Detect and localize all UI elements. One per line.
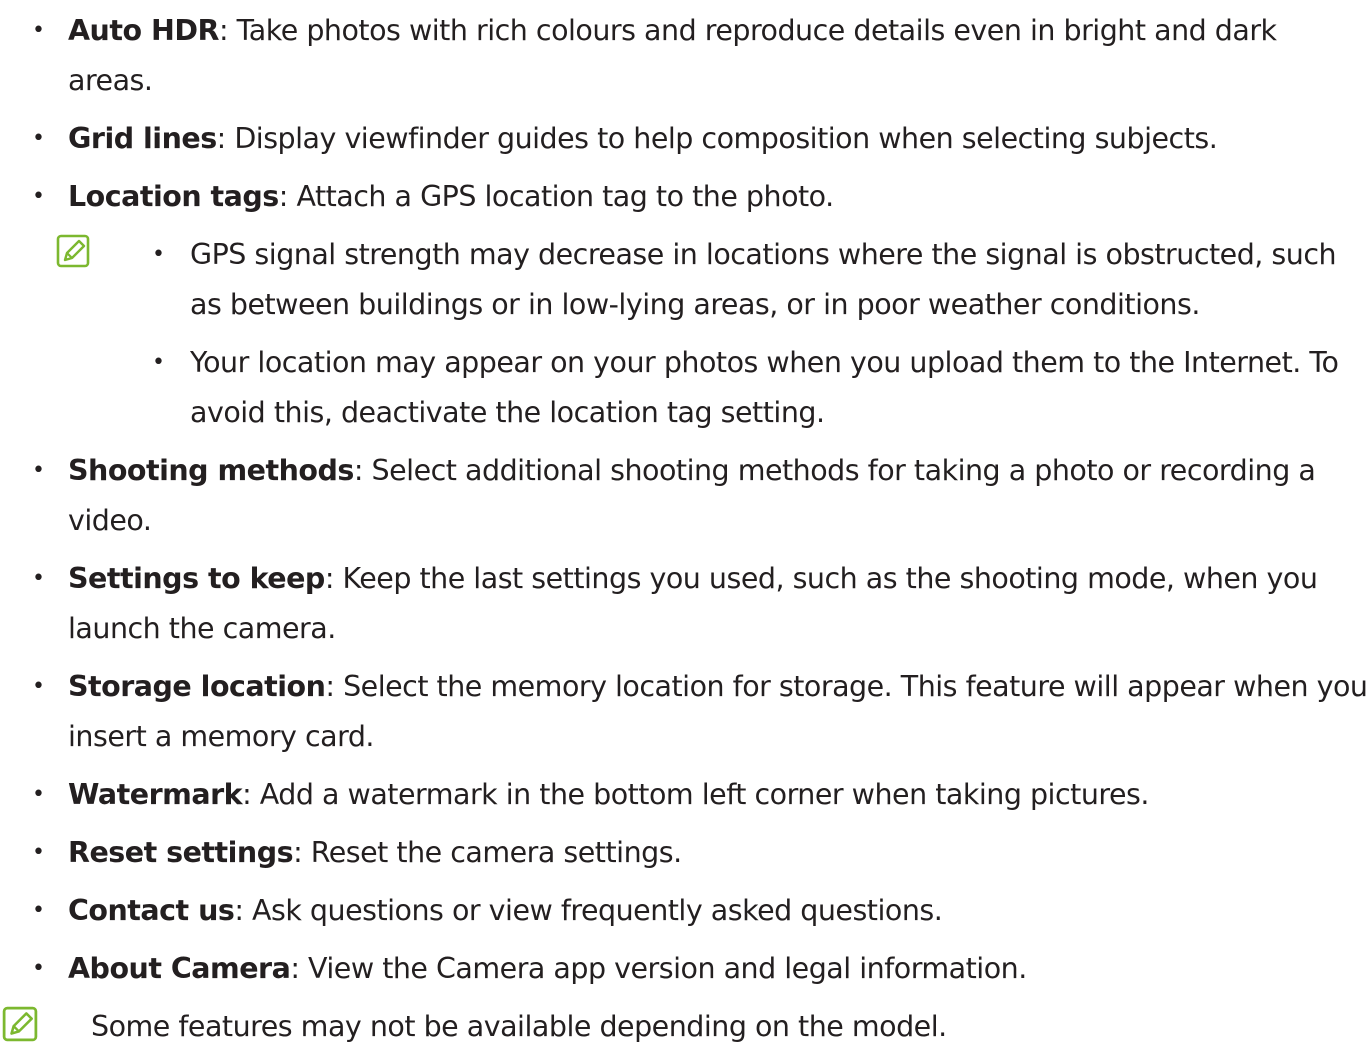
bullet: • [32, 674, 45, 699]
location-note: • GPS signal strength may decrease in lo… [0, 230, 1369, 438]
item-term: About Camera [68, 952, 291, 985]
item-description: : Attach a GPS location tag to the photo… [278, 180, 834, 213]
list-item-storage-location: • Storage location: Select the memory lo… [0, 662, 1369, 762]
item-description: : Add a watermark in the bottom left cor… [242, 778, 1149, 811]
note-point: • GPS signal strength may decrease in lo… [152, 230, 1369, 330]
footer-note-text: Some features may not be available depen… [91, 1010, 947, 1043]
bullet: • [32, 566, 45, 591]
item-term: Grid lines [68, 122, 217, 155]
item-term: Shooting methods [68, 454, 354, 487]
item-description: : View the Camera app version and legal … [290, 952, 1027, 985]
note-icon [56, 234, 90, 268]
settings-list: • Auto HDR: Take photos with rich colour… [0, 6, 1369, 222]
note-point: • Your location may appear on your photo… [152, 338, 1369, 438]
note-point-text: GPS signal strength may decrease in loca… [190, 238, 1337, 321]
bullet: • [32, 18, 45, 43]
list-item-watermark: • Watermark: Add a watermark in the bott… [0, 770, 1369, 820]
note-icon [2, 1006, 38, 1042]
list-item-auto-hdr: • Auto HDR: Take photos with rich colour… [0, 6, 1369, 106]
item-term: Location tags [68, 180, 279, 213]
item-term: Reset settings [68, 836, 294, 869]
list-item-about-camera: • About Camera: View the Camera app vers… [0, 944, 1369, 994]
settings-list-continued: • Shooting methods: Select additional sh… [0, 446, 1369, 994]
bullet: • [32, 458, 45, 483]
item-description: : Display viewfinder guides to help comp… [216, 122, 1218, 155]
bullet: • [32, 184, 45, 209]
bullet: • [32, 782, 45, 807]
bullet: • [32, 126, 45, 151]
list-item-contact-us: • Contact us: Ask questions or view freq… [0, 886, 1369, 936]
bullet: • [152, 242, 165, 267]
list-item-location-tags: • Location tags: Attach a GPS location t… [0, 172, 1369, 222]
bullet: • [32, 840, 45, 865]
item-description: : Ask questions or view frequently asked… [234, 894, 943, 927]
bullet: • [32, 898, 45, 923]
item-description: : Take photos with rich colours and repr… [68, 14, 1277, 97]
list-item-reset-settings: • Reset settings: Reset the camera setti… [0, 828, 1369, 878]
list-item-grid-lines: • Grid lines: Display viewfinder guides … [0, 114, 1369, 164]
bullet: • [152, 350, 165, 375]
item-term: Auto HDR [68, 14, 219, 47]
bullet: • [32, 956, 45, 981]
note-point-text: Your location may appear on your photos … [190, 346, 1339, 429]
item-term: Contact us [68, 894, 235, 927]
list-item-shooting-methods: • Shooting methods: Select additional sh… [0, 446, 1369, 546]
item-term: Storage location [68, 670, 326, 703]
list-item-settings-to-keep: • Settings to keep: Keep the last settin… [0, 554, 1369, 654]
item-term: Settings to keep [68, 562, 325, 595]
footer-note: Some features may not be available depen… [0, 1002, 1369, 1052]
item-description: : Reset the camera settings. [293, 836, 682, 869]
manual-page: • Auto HDR: Take photos with rich colour… [0, 0, 1369, 1052]
item-term: Watermark [68, 778, 243, 811]
